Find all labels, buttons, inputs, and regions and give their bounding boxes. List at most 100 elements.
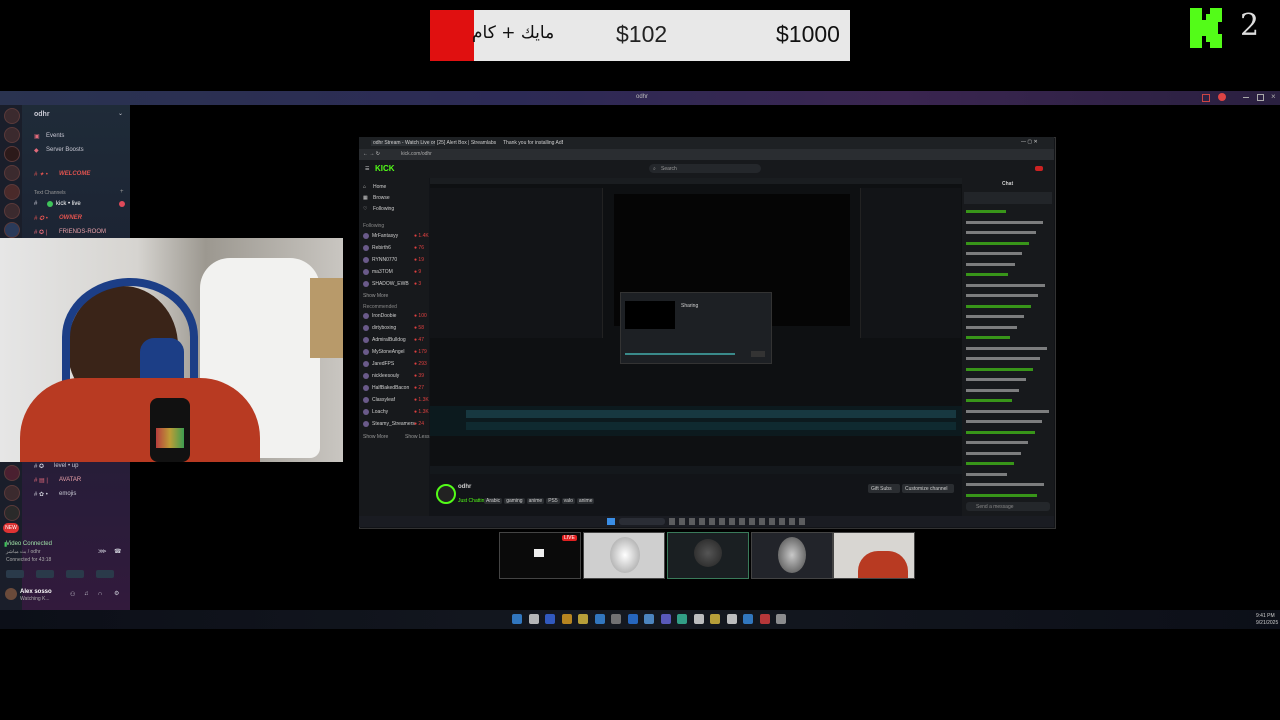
gear-icon[interactable]: ⚙ [114,590,119,597]
events-link[interactable]: Events [46,133,64,139]
channel-welcome[interactable]: WELCOME [59,171,90,177]
help-icon[interactable] [1218,93,1226,101]
chat-input[interactable]: Send a message [966,502,1050,511]
gamepad-icon[interactable]: ⚇ [70,591,75,598]
nav-buttons[interactable]: ← → ↻ [363,151,380,157]
taskbar-app-icon[interactable] [726,614,737,624]
taskbar-app-icon[interactable] [644,614,654,624]
noise-suppression-icon[interactable]: ⋙ [98,548,107,555]
stream-tag[interactable]: gaming [504,498,525,504]
taskbar-app-icon[interactable] [545,614,555,624]
nav-following[interactable]: Following [373,206,394,212]
activity-button[interactable] [66,570,84,578]
show-more-link[interactable]: Show More [363,293,388,299]
url-field[interactable]: kick.com/odhr [401,151,432,157]
stream-category[interactable]: Just Chatting [458,498,487,504]
sidebar-channel-item[interactable]: Classyleaf ● 1.3K [359,396,429,408]
maximize-icon[interactable] [1257,94,1264,101]
sidebar-channel-item[interactable]: Loachy ● 1.3K [359,408,429,420]
nav-home[interactable]: Home [373,184,386,190]
server-icon[interactable] [4,222,20,238]
add-channel-icon[interactable]: + [120,189,124,195]
channel-owner[interactable]: OWNER [59,215,82,221]
channel-level-up[interactable]: level • up [54,463,78,469]
channel-friends-room[interactable]: FRIENDS-ROOM [59,229,106,235]
browser-tab[interactable]: odhr Stream - Watch Live on K... [371,140,435,146]
server-name[interactable]: odhr [34,111,50,118]
taskbar-app-icon[interactable] [561,614,572,624]
server-icon[interactable] [4,127,20,143]
user-name[interactable]: Alex sosso [20,589,52,595]
taskbar-app-icon[interactable] [776,614,786,624]
participant-tile-screen[interactable]: LIVE [499,532,581,579]
avatar[interactable] [5,588,17,600]
server-icon[interactable] [4,485,20,501]
stream-tag[interactable]: anime [526,498,545,504]
text-channels-header[interactable]: Text Channels [34,190,66,196]
browser-tab[interactable]: Thank you for installing AdBlo... [503,140,563,146]
stream-tag[interactable]: PS5 [546,498,560,504]
sidebar-channel-item[interactable]: Steamy_Streamers ● 24 [359,420,429,432]
channel-emojis[interactable]: emojis [59,491,76,497]
soundboard-button[interactable] [96,570,114,578]
taskbar-app-icon[interactable] [660,614,671,624]
server-icon[interactable] [4,146,20,162]
voice-channel-name[interactable]: بث مباشر / odhr [6,549,41,555]
chevron-down-icon[interactable]: ⌄ [118,110,123,117]
participant-tile-webcam[interactable] [833,532,915,579]
stream-tag[interactable]: valo [561,498,575,504]
taskbar-app-icon[interactable] [743,614,753,624]
sidebar-channel-item[interactable]: IronDoobie ● 100 [359,312,429,324]
headphones-icon[interactable]: ∩ [98,591,102,597]
sidebar-channel-item[interactable]: Rebirth6 ● 76 [359,244,429,256]
browser-tab[interactable]: [25] Alert Box | Streamlabs [437,140,497,146]
show-more-link[interactable]: Show More [363,434,388,440]
taskbar-search[interactable] [619,518,665,525]
server-icon[interactable] [4,108,20,124]
taskbar-app-icon[interactable] [512,614,522,624]
sidebar-channel-item[interactable]: RYNN0770 ● 19 [359,256,429,268]
kick-logo[interactable]: KICK [375,164,395,173]
sidebar-channel-item[interactable]: AdmiralBulldog ● 47 [359,336,429,348]
sidebar-channel-item[interactable]: SHADOW_EWB ● 3 [359,280,429,292]
taskbar-app-icon[interactable] [594,614,605,624]
camera-toggle-button[interactable] [6,570,24,578]
channel-avatar[interactable] [436,484,456,504]
server-boosts-link[interactable]: Server Boosts [46,147,84,153]
close-icon[interactable]: × [1271,92,1276,101]
cancel-button[interactable] [751,351,765,357]
stream-tag[interactable]: anime [576,498,595,504]
participant-tile-active[interactable] [667,532,749,579]
timeline[interactable] [430,406,962,436]
menu-icon[interactable]: ☰ [365,166,369,172]
customize-channel-button[interactable]: Customize channel [902,484,954,493]
search-input[interactable]: ⌕ Search [649,164,761,173]
minimize-icon[interactable] [1243,97,1249,98]
server-icon[interactable] [4,184,20,200]
sidebar-channel-item[interactable]: HalfBakedBacon ● 27 [359,384,429,396]
server-icon[interactable] [4,203,20,219]
sidebar-channel-item[interactable]: dirtyboxing ● 58 [359,324,429,336]
nav-browse[interactable]: Browse [373,195,390,201]
stream-tag[interactable]: Arabic [484,498,503,504]
taskbar-app-icons[interactable] [669,518,809,525]
participant-tile[interactable] [583,532,665,579]
sidebar-channel-item[interactable]: ma3TOM ● 9 [359,268,429,280]
window-icon[interactable] [1202,94,1210,102]
server-icon[interactable] [4,505,20,521]
taskbar-app-icon[interactable] [578,614,588,624]
sidebar-channel-item[interactable]: nickleesouly ● 39 [359,372,429,384]
gift-subs-button[interactable]: Gift Subs [868,484,900,493]
taskbar-app-icon[interactable] [710,614,720,624]
notification-badge[interactable] [1035,166,1043,171]
sidebar-channel-item[interactable]: MrFantasyy ● 1.4K [359,232,429,244]
sidebar-channel-item[interactable]: MyStoneAngel ● 179 [359,348,429,360]
taskbar-app-icon[interactable] [677,614,687,624]
show-less-link[interactable]: Show Less [405,434,429,440]
server-icon[interactable] [4,165,20,181]
taskbar-app-icon[interactable] [759,614,770,624]
participant-tile[interactable] [751,532,833,579]
server-icon[interactable] [4,465,20,481]
taskbar-app-icon[interactable] [693,614,704,624]
microphone-icon[interactable]: ♫ [84,591,89,597]
